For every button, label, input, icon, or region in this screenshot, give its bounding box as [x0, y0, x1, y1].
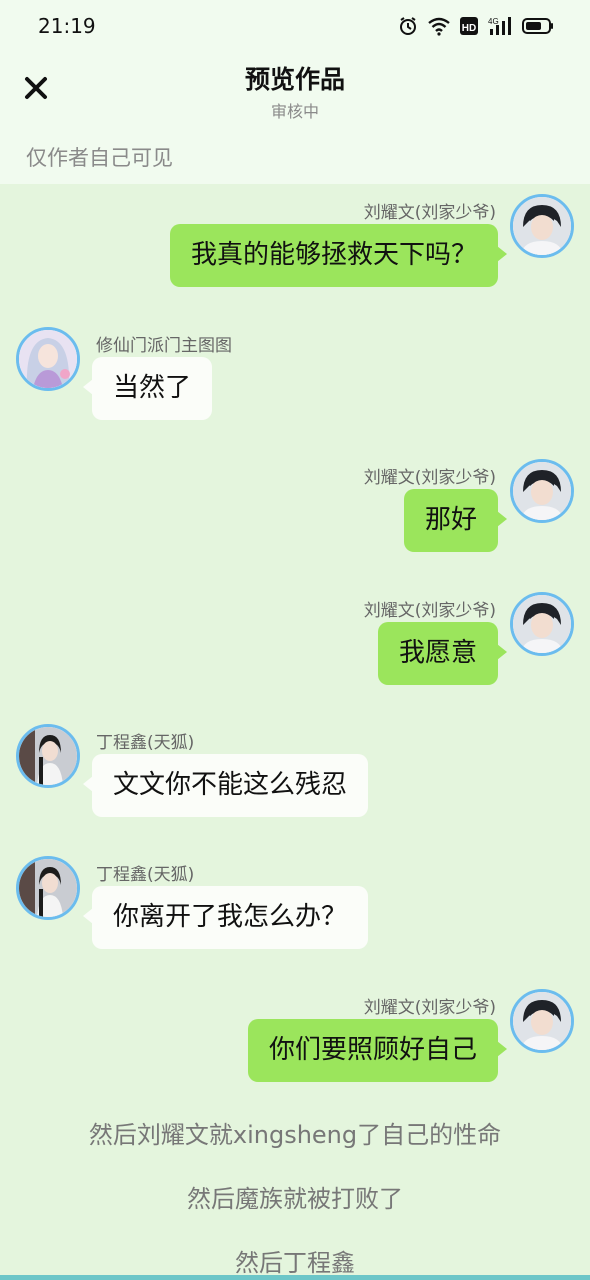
message-bubble[interactable]: 当然了 [82, 357, 213, 420]
status-icons: HD 4G [398, 16, 554, 36]
chat-area[interactable]: 刘耀文(刘家少爷) 我真的能够拯救天下吗？ 修仙门派门主图图 当然了 刘耀文(刘… [0, 184, 590, 1280]
review-status: 审核中 [270, 102, 319, 121]
speaker-name: 刘耀文(刘家少爷) [363, 998, 496, 1018]
avatar[interactable] [510, 989, 574, 1053]
page-title: 预览作品 [244, 65, 345, 94]
alarm-icon [398, 16, 418, 36]
avatar[interactable] [510, 194, 574, 258]
speaker-name: 刘耀文(刘家少爷) [363, 468, 496, 488]
speaker-name: 修仙门派门主图图 [96, 336, 232, 356]
avatar[interactable] [510, 592, 574, 656]
narration-text: 然后丁程鑫 [235, 1249, 355, 1277]
visibility-bar: 仅作者自己可见 [0, 132, 590, 184]
avatar[interactable] [16, 724, 80, 788]
svg-text:4G: 4G [488, 17, 499, 26]
speaker-name: 刘耀文(刘家少爷) [363, 601, 496, 621]
avatar[interactable] [510, 459, 574, 523]
visibility-note: 仅作者自己可见 [26, 146, 173, 170]
message-bubble[interactable]: 我真的能够拯救天下吗？ [169, 224, 508, 287]
message-bubble[interactable]: 你离开了我怎么办？ [82, 886, 369, 949]
hd-icon: HD [460, 16, 478, 36]
message-bubble[interactable]: 你们要照顾好自己 [247, 1019, 508, 1082]
svg-text:HD: HD [462, 23, 476, 34]
message-bubble[interactable]: 文文你不能这么残忍 [82, 754, 369, 817]
message-bubble[interactable]: 我愿意 [377, 622, 508, 685]
narration-text: 然后魔族就被打败了 [187, 1185, 403, 1213]
status-bar: 21:19 HD 4G [0, 0, 590, 52]
speaker-name: 丁程鑫(天狐) [96, 733, 195, 753]
battery-icon [522, 16, 554, 36]
signal-icon: 4G [487, 16, 513, 36]
top-bar: 预览作品 审核中 [0, 52, 590, 132]
message-bubble[interactable]: 那好 [403, 489, 508, 552]
avatar[interactable] [16, 327, 80, 391]
wifi-icon [427, 16, 451, 36]
speaker-name: 刘耀文(刘家少爷) [363, 203, 496, 223]
narration-text: 然后刘耀文就xingsheng了自己的性命 [88, 1121, 502, 1149]
avatar[interactable] [16, 856, 80, 920]
bottom-progress-strip [0, 1275, 590, 1280]
speaker-name: 丁程鑫(天狐) [96, 865, 195, 885]
status-time: 21:19 [38, 14, 96, 38]
